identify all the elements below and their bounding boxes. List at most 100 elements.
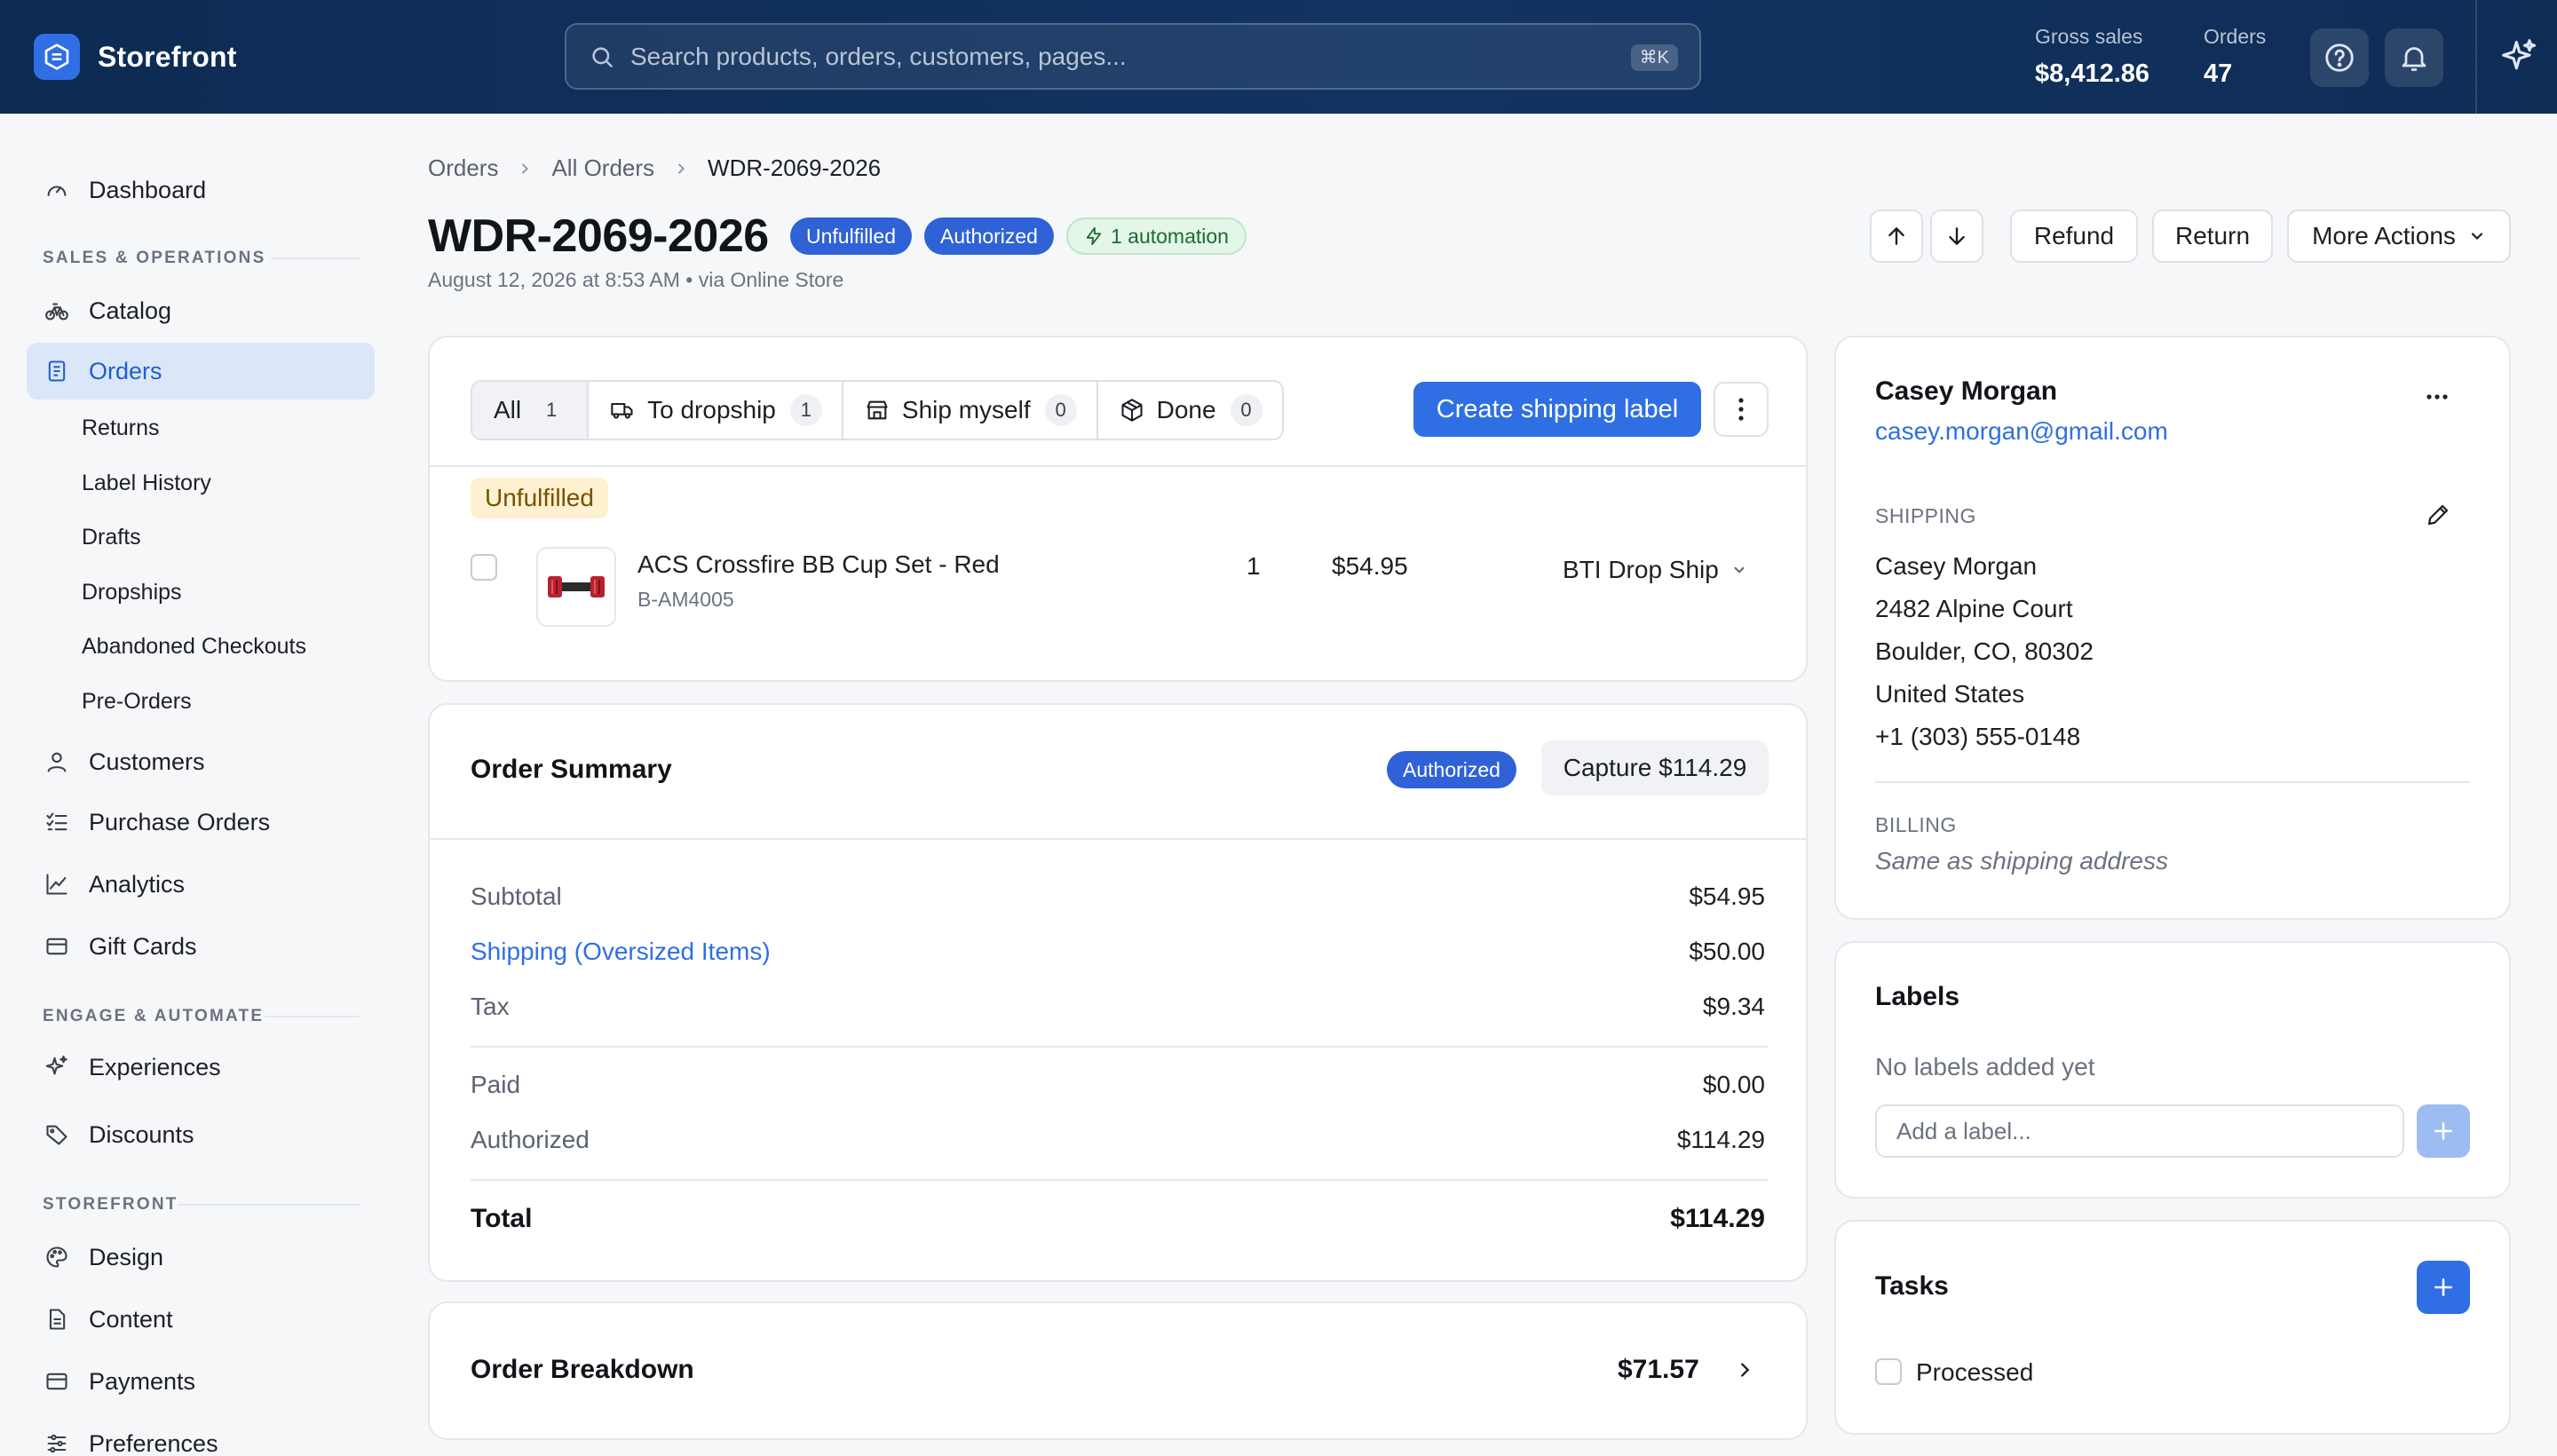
order-status-badges: Unfulfilled Authorized 1 automation	[790, 218, 1259, 255]
payment-status-badge: Authorized	[1387, 751, 1516, 788]
card-icon	[43, 932, 71, 961]
add-label-button[interactable]	[2417, 1104, 2470, 1158]
tab-label: Ship myself	[901, 396, 1031, 423]
shipping-line: 2482 Alpine Court	[1875, 595, 2073, 622]
gross-sales-stat: Gross sales $8,412.86	[2035, 25, 2149, 89]
plus-icon	[2432, 1120, 2455, 1143]
sidebar-item-discounts[interactable]: Discounts	[27, 1106, 375, 1163]
brand[interactable]: Storefront	[34, 34, 237, 80]
shipping-method-link[interactable]: Shipping (Oversized Items)	[471, 938, 771, 966]
sidebar-item-orders[interactable]: Orders	[27, 343, 375, 400]
order-breakdown-value: $71.57	[1618, 1355, 1699, 1384]
sidebar-item-analytics[interactable]: Analytics	[27, 856, 375, 913]
fulfillment-status-pill: Unfulfilled	[471, 478, 608, 518]
storefront-logo-icon	[34, 34, 80, 80]
sidebar: Dashboard SALES & OPERATIONS Catalog Ord…	[0, 114, 391, 1456]
sidebar-item-label: Customers	[89, 748, 205, 775]
sidebar-subitem-label-history[interactable]: Label History	[82, 465, 211, 501]
order-breakdown-card[interactable]: Order Breakdown $71.57	[428, 1302, 1808, 1440]
next-order-button[interactable]	[1930, 210, 1983, 263]
fulfillment-menu-button[interactable]	[1714, 382, 1769, 437]
automation-badge[interactable]: 1 automation	[1065, 218, 1247, 255]
shipping-address-label: SHIPPING	[1875, 504, 1976, 527]
labels-card: Labels No labels added yet Add a label..…	[1834, 941, 2511, 1199]
sidebar-item-preferences[interactable]: Preferences	[27, 1415, 375, 1456]
summary-row-paid: Paid $0.00	[471, 1071, 1765, 1099]
line-item-name[interactable]: ACS Crossfire BB Cup Set - Red	[637, 550, 1000, 579]
tab-all[interactable]: All 1	[472, 382, 590, 439]
customer-name[interactable]: Casey Morgan	[1875, 376, 2057, 407]
tab-to-dropship[interactable]: To dropship 1	[589, 382, 843, 439]
bicycle-icon	[43, 297, 71, 325]
more-actions-label: More Actions	[2312, 222, 2456, 249]
orders-stat-value: 47	[2204, 59, 2233, 88]
sidebar-item-dashboard[interactable]: Dashboard	[27, 162, 375, 218]
chevron-right-icon	[1735, 1360, 1754, 1380]
help-button[interactable]	[2310, 28, 2369, 87]
tab-ship-myself[interactable]: Ship myself 0	[843, 382, 1098, 439]
sidebar-item-content[interactable]: Content	[27, 1291, 375, 1348]
search-shortcut: ⌘K	[1630, 44, 1678, 71]
previous-order-button[interactable]	[1870, 210, 1923, 263]
sidebar-subitem-drafts[interactable]: Drafts	[82, 519, 141, 555]
sidebar-item-experiences[interactable]: Experiences	[27, 1039, 375, 1096]
edit-shipping-button[interactable]	[2418, 495, 2458, 534]
line-item-checkbox[interactable]	[471, 554, 497, 581]
tab-count: 0	[1044, 394, 1077, 426]
sidebar-subitem-pre-orders[interactable]: Pre-Orders	[82, 684, 192, 719]
summary-value: $9.34	[1702, 993, 1765, 1020]
refund-button[interactable]: Refund	[2010, 210, 2138, 263]
sidebar-subitem-returns[interactable]: Returns	[82, 410, 160, 446]
sidebar-item-payments[interactable]: Payments	[27, 1353, 375, 1410]
billing-note: Same as shipping address	[1875, 847, 2168, 874]
card-divider	[430, 838, 1806, 840]
summary-row-subtotal: Subtotal $54.95	[471, 882, 1765, 911]
tasks-title: Tasks	[1875, 1271, 1949, 1301]
sidebar-item-catalog[interactable]: Catalog	[27, 282, 375, 339]
order-summary-card: Order Summary Authorized Capture $114.29…	[428, 703, 1808, 1282]
search-input[interactable]: Search products, orders, customers, page…	[630, 43, 1127, 71]
automation-badge-label: 1 automation	[1110, 225, 1229, 248]
order-breakdown-title: Order Breakdown	[471, 1355, 694, 1384]
global-search[interactable]: Search products, orders, customers, page…	[565, 23, 1701, 90]
chevron-right-icon	[674, 162, 688, 176]
help-circle-icon	[2323, 41, 2356, 75]
orders-stat: Orders 47	[2204, 25, 2266, 89]
sidebar-subitem-abandoned-checkouts[interactable]: Abandoned Checkouts	[82, 629, 306, 664]
shipping-line: United States	[1875, 680, 2025, 708]
notifications-button[interactable]	[2385, 28, 2443, 87]
sidebar-item-design[interactable]: Design	[27, 1229, 375, 1286]
create-shipping-label-button[interactable]: Create shipping label	[1413, 382, 1701, 437]
breadcrumb-all-orders[interactable]: All Orders	[551, 154, 654, 182]
add-task-button[interactable]	[2417, 1261, 2470, 1314]
sidebar-item-label: Catalog	[89, 297, 172, 324]
task-label: Processed	[1916, 1358, 2034, 1386]
product-thumbnail[interactable]	[536, 547, 616, 627]
sidebar-item-label: Discounts	[89, 1120, 194, 1148]
order-subtitle: August 12, 2026 at 8:53 AM • via Online …	[428, 268, 844, 291]
more-actions-button[interactable]: More Actions	[2287, 210, 2511, 263]
return-button[interactable]: Return	[2152, 210, 2273, 263]
vendor-select[interactable]: BTI Drop Ship	[1563, 556, 1747, 584]
customer-menu-button[interactable]	[2417, 376, 2458, 417]
tab-count: 1	[789, 394, 822, 426]
summary-label: Paid	[471, 1071, 521, 1098]
tab-done[interactable]: Done 0	[1098, 382, 1282, 439]
arrow-down-icon	[1945, 225, 1968, 248]
ai-assistant-button[interactable]	[2491, 28, 2548, 85]
task-checkbox[interactable]	[1875, 1358, 1902, 1385]
sidebar-item-gift-cards[interactable]: Gift Cards	[27, 918, 375, 975]
summary-label: Subtotal	[471, 882, 562, 910]
capture-payment-button[interactable]: Capture $114.29	[1541, 740, 1769, 795]
summary-row-tax: Tax $9.34	[471, 993, 1765, 1021]
sparkle-icon	[43, 1053, 71, 1081]
section-divider	[178, 1204, 360, 1206]
sidebar-subitem-dropships[interactable]: Dropships	[82, 574, 182, 610]
sidebar-item-purchase-orders[interactable]: Purchase Orders	[27, 794, 375, 851]
palette-icon	[43, 1243, 71, 1271]
sidebar-item-customers[interactable]: Customers	[27, 733, 375, 790]
customer-email-link[interactable]: casey.morgan@gmail.com	[1875, 417, 2168, 446]
orders-stat-label: Orders	[2204, 25, 2267, 48]
breadcrumb-orders[interactable]: Orders	[428, 154, 498, 182]
add-label-input[interactable]: Add a label...	[1875, 1104, 2404, 1158]
